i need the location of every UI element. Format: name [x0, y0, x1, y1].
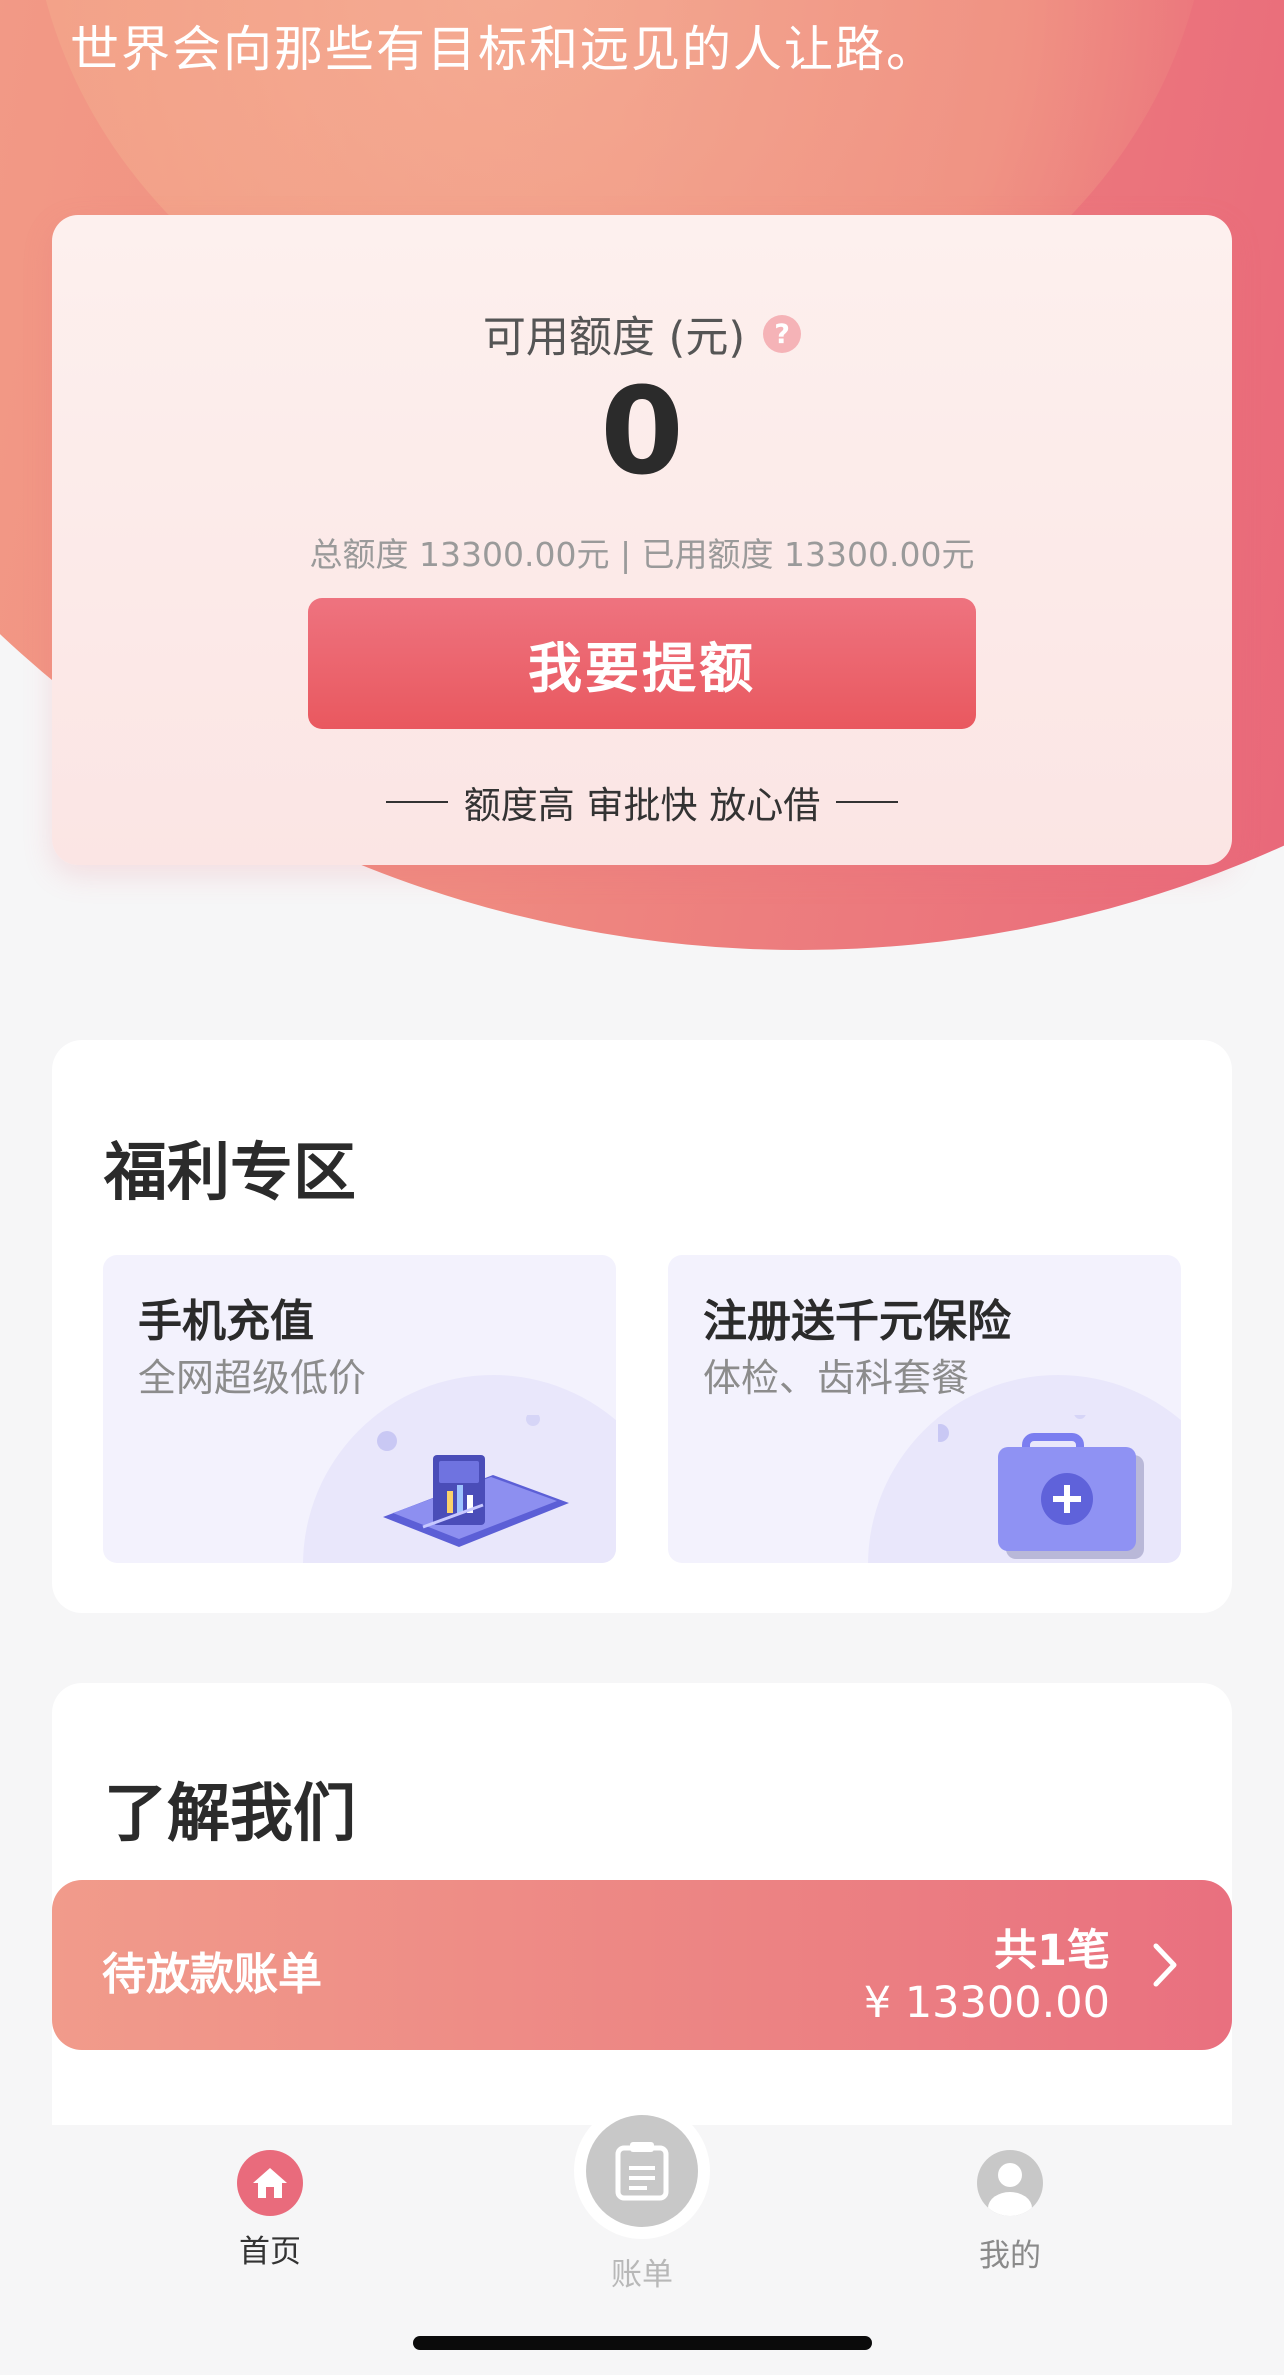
- tagline-divider-right: [836, 801, 899, 803]
- about-title: 了解我们: [104, 1777, 356, 1850]
- pending-amount: ¥ 13300.00: [863, 1978, 1110, 2028]
- tab-bill[interactable]: 账单: [522, 2103, 762, 2294]
- help-icon[interactable]: ?: [763, 315, 802, 353]
- promo-title: 手机充值: [138, 1296, 314, 1347]
- bill-icon: [586, 2115, 698, 2227]
- bill-icon-ring: [574, 2103, 710, 2239]
- tab-home[interactable]: 首页: [150, 2150, 390, 2271]
- promo-title: 注册送千元保险: [703, 1296, 1011, 1347]
- credit-label-row: 可用额度 (元) ?: [52, 303, 1232, 365]
- phone-card-illustration: [377, 1415, 569, 1547]
- pending-loan-bar[interactable]: 待放款账单 共1笔 ¥ 13300.00: [52, 1880, 1232, 2050]
- promo-tile-phone-recharge[interactable]: 手机充值 全网超级低价: [103, 1255, 616, 1563]
- promo-tile-insurance[interactable]: 注册送千元保险 体检、齿科套餐: [668, 1255, 1181, 1563]
- chevron-right-icon: [1153, 1943, 1177, 1987]
- home-icon: [237, 2150, 303, 2216]
- credit-tagline: 额度高 审批快 放心借: [52, 775, 1232, 829]
- raise-limit-button[interactable]: 我要提额: [308, 598, 976, 729]
- credit-card: 可用额度 (元) ? 0 总额度 13300.00元 | 已用额度 13300.…: [52, 215, 1232, 865]
- promo-subtitle: 体检、齿科套餐: [703, 1356, 970, 1400]
- welfare-section: 福利专区 手机充值 全网超级低价 注册送千元保险 体检、齿科套餐: [52, 1040, 1232, 1613]
- pending-label: 待放款账单: [102, 1949, 322, 2000]
- welfare-title: 福利专区: [104, 1136, 356, 1209]
- credit-label: 可用额度 (元): [482, 313, 746, 363]
- credit-tagline-text: 额度高 审批快 放心借: [463, 784, 821, 827]
- tab-me-label: 我的: [979, 2238, 1041, 2274]
- user-icon: [977, 2150, 1043, 2216]
- credit-summary: 总额度 13300.00元 | 已用额度 13300.00元: [309, 535, 975, 574]
- tab-me[interactable]: 我的: [890, 2150, 1130, 2275]
- hero-slogan: 世界会向那些有目标和远见的人让路。: [70, 21, 938, 78]
- tab-bill-label: 账单: [611, 2257, 673, 2293]
- promo-subtitle: 全网超级低价: [138, 1356, 367, 1400]
- tab-home-label: 首页: [239, 2234, 301, 2270]
- home-indicator: [413, 2336, 872, 2350]
- tagline-divider-left: [385, 801, 448, 803]
- available-credit-amount: 0: [600, 363, 684, 502]
- pending-count: 共1笔: [994, 1926, 1110, 1976]
- medical-kit-illustration: [938, 1415, 1144, 1559]
